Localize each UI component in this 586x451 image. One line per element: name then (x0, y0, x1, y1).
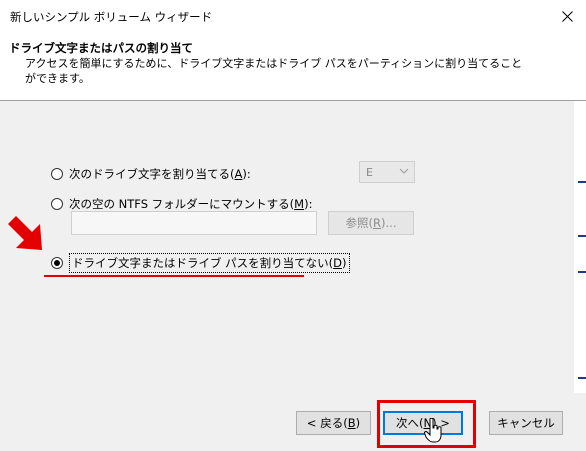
option-label: ドライブ文字またはドライブ パスを割り当てない(D) (69, 253, 350, 273)
radio-no-drive-letter[interactable] (51, 257, 63, 269)
hand-cursor-icon (424, 418, 442, 443)
wizard-header: ドライブ文字またはパスの割り当て アクセスを簡単にするために、ドライブ文字または… (0, 32, 586, 98)
option-no-drive-letter[interactable]: ドライブ文字またはドライブ パスを割り当てない(D) (51, 253, 350, 273)
option-label: 次のドライブ文字を割り当てる(A): (69, 167, 251, 181)
browse-button[interactable]: 参照(R)... (328, 211, 414, 235)
back-button[interactable]: < 戻る(B) (296, 411, 371, 435)
window-title: 新しいシンプル ボリューム ウィザード (10, 10, 213, 24)
close-icon (561, 10, 573, 22)
radio-mount-ntfs-folder[interactable] (51, 198, 63, 210)
page-title: ドライブ文字またはパスの割り当て (9, 41, 193, 55)
folder-path-input[interactable] (71, 211, 317, 235)
drive-letter-value: E (366, 166, 373, 179)
red-arrow-annotation (8, 216, 42, 250)
close-button[interactable] (548, 0, 586, 32)
option-assign-drive-letter[interactable]: 次のドライブ文字を割り当てる(A): (51, 166, 251, 182)
wizard-body (0, 101, 586, 393)
drive-letter-select[interactable]: E (359, 161, 415, 183)
page-description: アクセスを簡単にするために、ドライブ文字またはドライブ パスをパーティションに割… (25, 57, 523, 85)
option-mount-ntfs-folder[interactable]: 次の空の NTFS フォルダーにマウントする(M): (51, 196, 312, 212)
chevron-down-icon (399, 168, 409, 174)
title-bar: 新しいシンプル ボリューム ウィザード (0, 0, 586, 32)
option-label: 次の空の NTFS フォルダーにマウントする(M): (69, 197, 313, 211)
cancel-button[interactable]: キャンセル (489, 411, 563, 435)
red-underline-annotation (44, 275, 304, 277)
radio-assign-drive-letter[interactable] (51, 168, 63, 180)
